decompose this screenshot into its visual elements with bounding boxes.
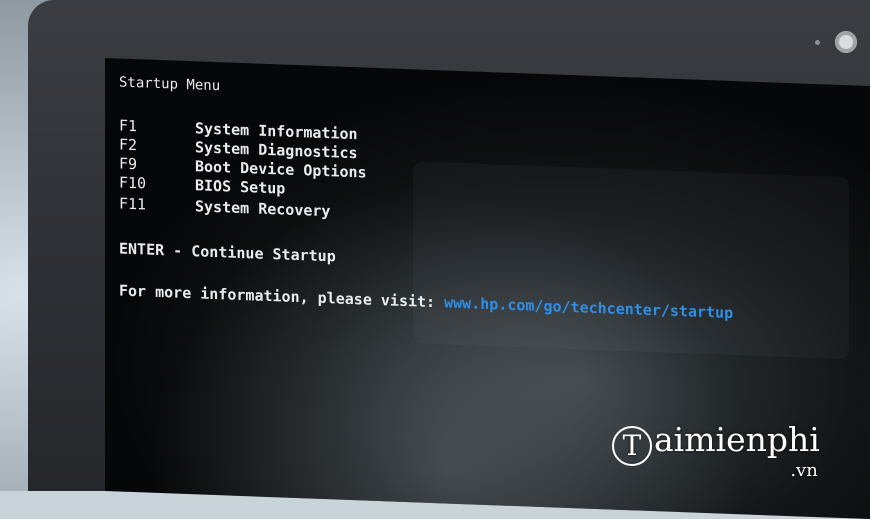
webcam-icon (835, 31, 857, 53)
option-key: F11 (119, 194, 147, 214)
option-key: F10 (119, 173, 147, 193)
option-key: F2 (119, 135, 138, 155)
watermark-brand: aimienphi (654, 420, 820, 459)
watermark-t-icon: T (612, 426, 652, 466)
watermark-logo: Taimienphi .vn (612, 420, 820, 481)
info-text: For more information, please visit: (119, 281, 436, 312)
option-key: F1 (119, 116, 138, 136)
continue-startup-option[interactable]: ENTER - Continue Startup (119, 240, 336, 266)
webcam-light-icon (815, 40, 820, 45)
option-label: System Recovery (195, 197, 331, 221)
watermark-suffix: .vn (790, 460, 818, 481)
menu-option-system-recovery[interactable]: F11 System Recovery (119, 195, 330, 221)
option-label: BIOS Setup (195, 176, 286, 198)
phone-reflection (413, 161, 849, 360)
option-key: F9 (119, 154, 138, 174)
startup-menu-title: Startup Menu (119, 74, 221, 95)
